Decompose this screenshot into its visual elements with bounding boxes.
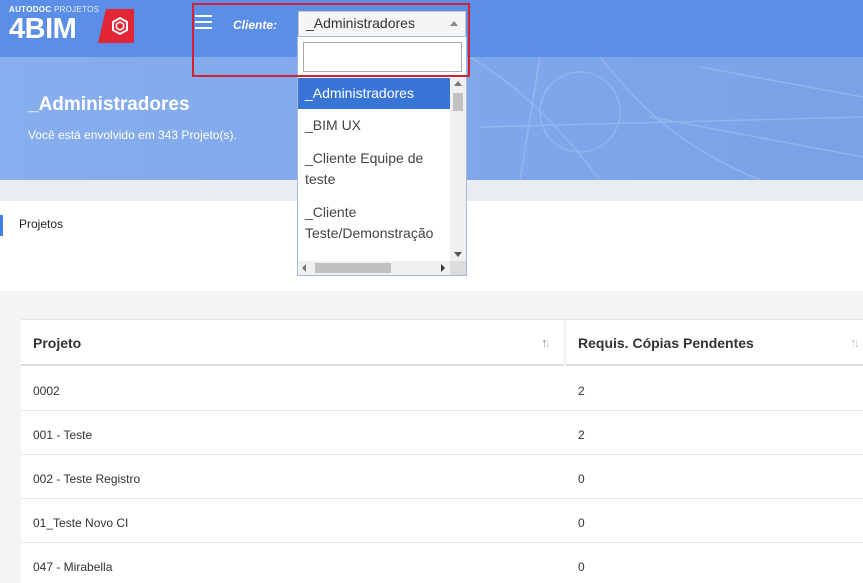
sort-icon[interactable]: ↑↓ xyxy=(850,335,860,350)
banner-title: _Administradores xyxy=(28,94,190,115)
client-option[interactable]: _Administradores xyxy=(298,78,450,109)
scroll-down-icon[interactable] xyxy=(454,252,462,257)
table-row[interactable]: 002 - Teste Registro 0 xyxy=(21,455,863,499)
cell-projeto: 002 - Teste Registro xyxy=(33,472,141,486)
column-header-label: Projeto xyxy=(33,335,82,351)
client-select[interactable]: _Administradores xyxy=(298,11,466,36)
scroll-thumb[interactable] xyxy=(453,93,463,111)
scrollbar-corner xyxy=(450,261,466,275)
logo-badge-icon xyxy=(98,9,134,43)
client-options-list: _Administradores _BIM UX _Cliente Equipe… xyxy=(298,78,450,261)
cliente-label: Cliente: xyxy=(233,18,278,32)
scroll-left-icon[interactable] xyxy=(302,264,306,272)
cell-requis-copias: 0 xyxy=(578,516,585,530)
menu-icon[interactable] xyxy=(195,15,212,29)
scroll-up-icon[interactable] xyxy=(454,81,462,86)
logo-wordmark: 4BIM xyxy=(9,13,77,45)
cell-projeto: 001 - Teste xyxy=(33,428,93,442)
client-dropdown: _Administradores _BIM UX _Cliente Equipe… xyxy=(297,36,467,276)
client-option[interactable]: _Cliente Equipe de teste xyxy=(298,142,450,196)
cell-requis-copias: 0 xyxy=(578,560,585,574)
client-option[interactable]: _BIM UX xyxy=(298,109,450,142)
scroll-right-icon[interactable] xyxy=(441,264,445,272)
chevron-up-icon xyxy=(450,21,458,26)
table-row[interactable]: 01_Teste Novo CI 0 xyxy=(21,499,863,543)
sort-icon[interactable]: ↑↓ xyxy=(541,335,551,350)
client-search-input[interactable] xyxy=(303,42,462,72)
cell-projeto: 01_Teste Novo CI xyxy=(33,516,129,530)
cell-requis-copias: 0 xyxy=(578,472,585,486)
column-header-label: Requis. Cópias Pendentes xyxy=(578,335,754,351)
column-header-requis-copias[interactable]: Requis. Cópias Pendentes ↑↓ xyxy=(564,320,863,366)
table-row[interactable]: 0002 2 xyxy=(21,367,863,411)
app-logo[interactable]: AUTODOC PROJETOS 4BIM xyxy=(9,5,134,45)
horizontal-scrollbar[interactable] xyxy=(298,261,450,275)
client-select-value: _Administradores xyxy=(306,15,415,31)
table-row[interactable]: 001 - Teste 2 xyxy=(21,411,863,455)
cell-projeto: 0002 xyxy=(33,384,60,398)
projects-table: Projeto ↑↓ Requis. Cópias Pendentes ↑↓ 0… xyxy=(21,319,863,583)
banner-subtitle: Você está envolvido em 343 Projeto(s). xyxy=(28,128,237,142)
table-header: Projeto ↑↓ Requis. Cópias Pendentes ↑↓ xyxy=(21,319,863,366)
cell-requis-copias: 2 xyxy=(578,428,585,442)
table-row[interactable]: 047 - Mirabella 0 xyxy=(21,543,863,583)
cell-requis-copias: 2 xyxy=(578,384,585,398)
vertical-scrollbar[interactable] xyxy=(450,78,466,261)
column-header-projeto[interactable]: Projeto ↑↓ xyxy=(21,320,562,366)
tab-projetos[interactable]: Projetos xyxy=(0,215,63,236)
scroll-thumb[interactable] xyxy=(315,263,391,273)
cell-projeto: 047 - Mirabella xyxy=(33,560,113,574)
client-option[interactable]: _Cliente Teste/Demonstração xyxy=(298,196,450,250)
